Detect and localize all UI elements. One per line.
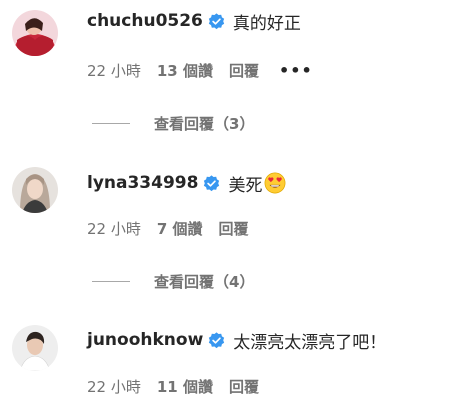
more-options-icon[interactable]: ••• [279, 61, 313, 80]
divider [92, 122, 130, 124]
comment-meta: 22 小時 11 個讚 回覆 [87, 376, 259, 396]
likes-count[interactable]: 11 個讚 [157, 376, 213, 397]
likes-count[interactable]: 13 個讚 [157, 60, 213, 81]
avatar[interactable] [12, 325, 58, 371]
verified-badge-icon [203, 174, 220, 192]
comment-header: chuchu0526 真的好正 [87, 8, 301, 34]
reply-button[interactable]: 回覆 [219, 218, 249, 239]
reply-button[interactable]: 回覆 [229, 376, 259, 397]
comment-text: 真的好正 [232, 13, 301, 34]
username[interactable]: chuchu0526 [87, 11, 203, 31]
comment-text: 太漂亮太漂亮了吧！ [233, 332, 387, 353]
timestamp[interactable]: 22 小時 [87, 218, 141, 239]
view-replies-label: 查看回覆（4） [154, 272, 255, 291]
username[interactable]: lyna334998 [87, 173, 198, 193]
heart-eyes-emoji-icon [264, 172, 286, 194]
reply-button[interactable]: 回覆 [229, 60, 259, 81]
avatar[interactable] [12, 167, 58, 213]
view-replies-button[interactable]: 查看回覆（4） [92, 271, 254, 291]
timestamp[interactable]: 22 小時 [87, 60, 141, 81]
comment-meta: 22 小時 7 個讚 回覆 [87, 218, 249, 238]
verified-badge-icon [208, 331, 225, 349]
comment-header: lyna334998 美死 [87, 170, 286, 196]
avatar[interactable] [12, 10, 58, 56]
comment-meta: 22 小時 13 個讚 回覆 ••• [87, 60, 313, 80]
username[interactable]: junoohknow [87, 330, 203, 350]
likes-count[interactable]: 7 個讚 [157, 218, 203, 239]
divider [92, 280, 130, 282]
verified-badge-icon [208, 12, 225, 30]
view-replies-label: 查看回覆（3） [154, 114, 255, 133]
comment-text: 美死 [228, 175, 263, 196]
comment-header: junoohknow 太漂亮太漂亮了吧！ [87, 327, 386, 353]
view-replies-button[interactable]: 查看回覆（3） [92, 113, 254, 133]
timestamp[interactable]: 22 小時 [87, 376, 141, 397]
